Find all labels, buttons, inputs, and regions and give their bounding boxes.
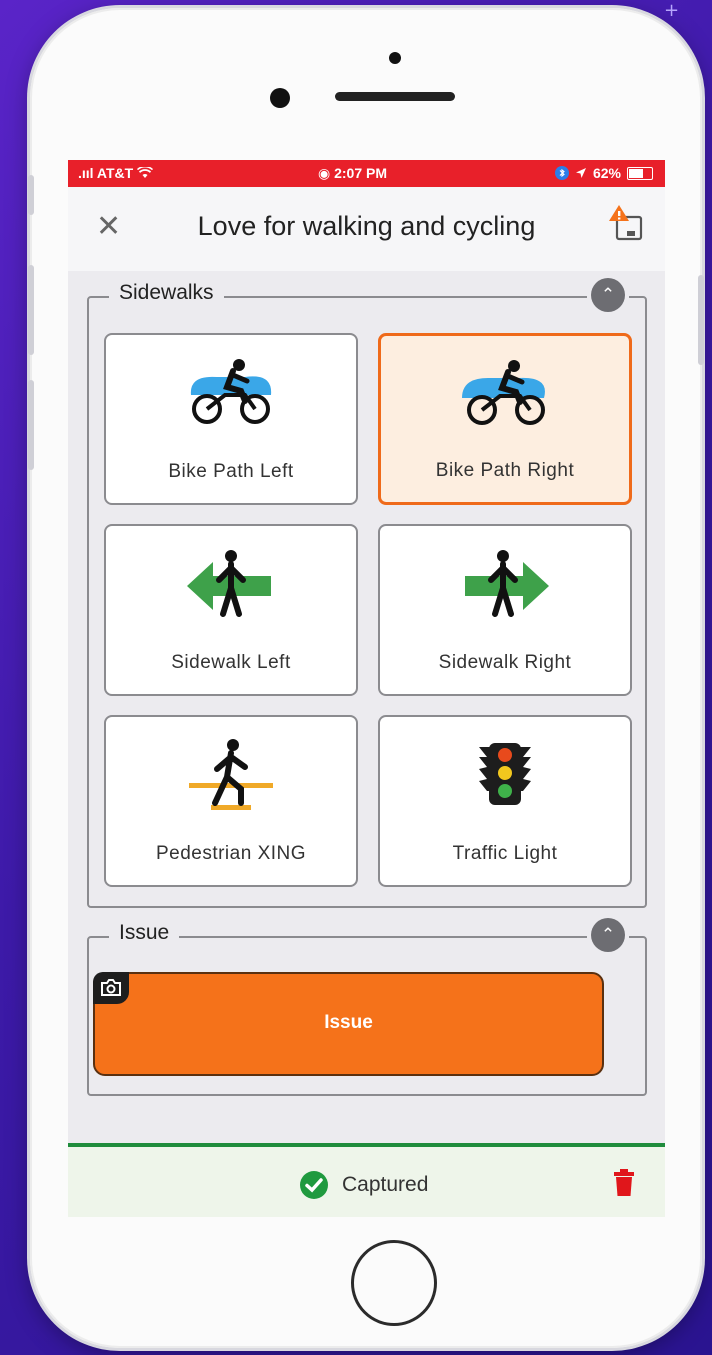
tile-label: Sidewalk Left [171,652,291,673]
power-button [698,275,704,365]
tile-label: Bike Path Right [435,460,575,481]
section-sidewalks: Sidewalks ⌃ Bike Path Left Bike Path Rig… [87,278,647,908]
battery-percent: 62% [592,165,621,181]
tile-sidewalk-right[interactable]: Sidewalk Right [378,524,632,696]
traffic-light-icon [479,743,531,805]
sidewalk-right-icon [465,550,549,617]
volume-up-button [28,265,34,355]
tile-sidewalk-left[interactable]: Sidewalk Left [104,524,358,696]
pedestrian-crossing-icon [189,739,273,810]
collapse-sidewalks-button[interactable]: ⌃ [591,278,625,312]
status-right: 62% [554,165,653,181]
chevron-up-icon: ⌃ [600,925,616,945]
check-circle-icon [300,1171,328,1199]
carrier-label: .ııl AT&T [78,165,154,181]
trash-icon[interactable] [613,1169,635,1197]
tile-label: Bike Path Left [168,461,294,482]
home-button[interactable] [351,1240,437,1326]
camera-badge [93,972,129,1004]
location-arrow-icon [575,168,586,178]
bike-right-icon [462,360,545,425]
status-bar: .ııl AT&T ◉ 2:07 PM 62% [68,160,665,187]
nav-header: ✕ Love for walking and cycling [68,187,665,271]
sidewalk-left-icon [187,550,271,617]
bike-left-icon [190,359,272,424]
collapse-issue-button[interactable]: ⌃ [591,918,625,952]
capture-footer: Captured [68,1143,665,1217]
bluetooth-icon [554,166,569,180]
sparkle-decoration: + [664,0,680,21]
issue-button[interactable]: Issue [93,972,604,1076]
section-title-issue: Issue [109,921,180,945]
app-screen: .ııl AT&T ◉ 2:07 PM 62% ✕ Love for walki… [68,160,665,1217]
battery-icon [627,166,653,180]
section-divider-line [183,936,583,938]
tile-bike-path-right[interactable]: Bike Path Right [378,333,632,505]
tile-pedestrian-xing[interactable]: Pedestrian XING [104,715,358,887]
chevron-up-icon: ⌃ [600,285,616,305]
tile-bike-path-left[interactable]: Bike Path Left [104,333,358,505]
volume-down-button [28,380,34,470]
wifi-icon [137,165,154,178]
tile-label: Sidewalk Right [438,652,572,673]
share-icon[interactable] [605,203,645,243]
camera-icon [101,979,121,996]
proximity-sensor [270,88,290,108]
recording-indicator-icon: ◉ [318,165,331,181]
section-divider-line [228,296,583,298]
issue-button-label: Issue [324,1012,373,1033]
status-time: ◉ 2:07 PM [318,165,388,181]
tile-label: Traffic Light [452,843,558,864]
tile-label: Pedestrian XING [155,843,307,864]
front-camera [389,52,401,64]
section-title-sidewalks: Sidewalks [109,281,224,305]
earpiece-speaker [335,92,455,101]
captured-status: Captured [300,1171,428,1199]
page-title: Love for walking and cycling [197,211,536,241]
mute-switch [28,175,34,215]
tile-traffic-light[interactable]: Traffic Light [378,715,632,887]
captured-label: Captured [342,1173,429,1196]
